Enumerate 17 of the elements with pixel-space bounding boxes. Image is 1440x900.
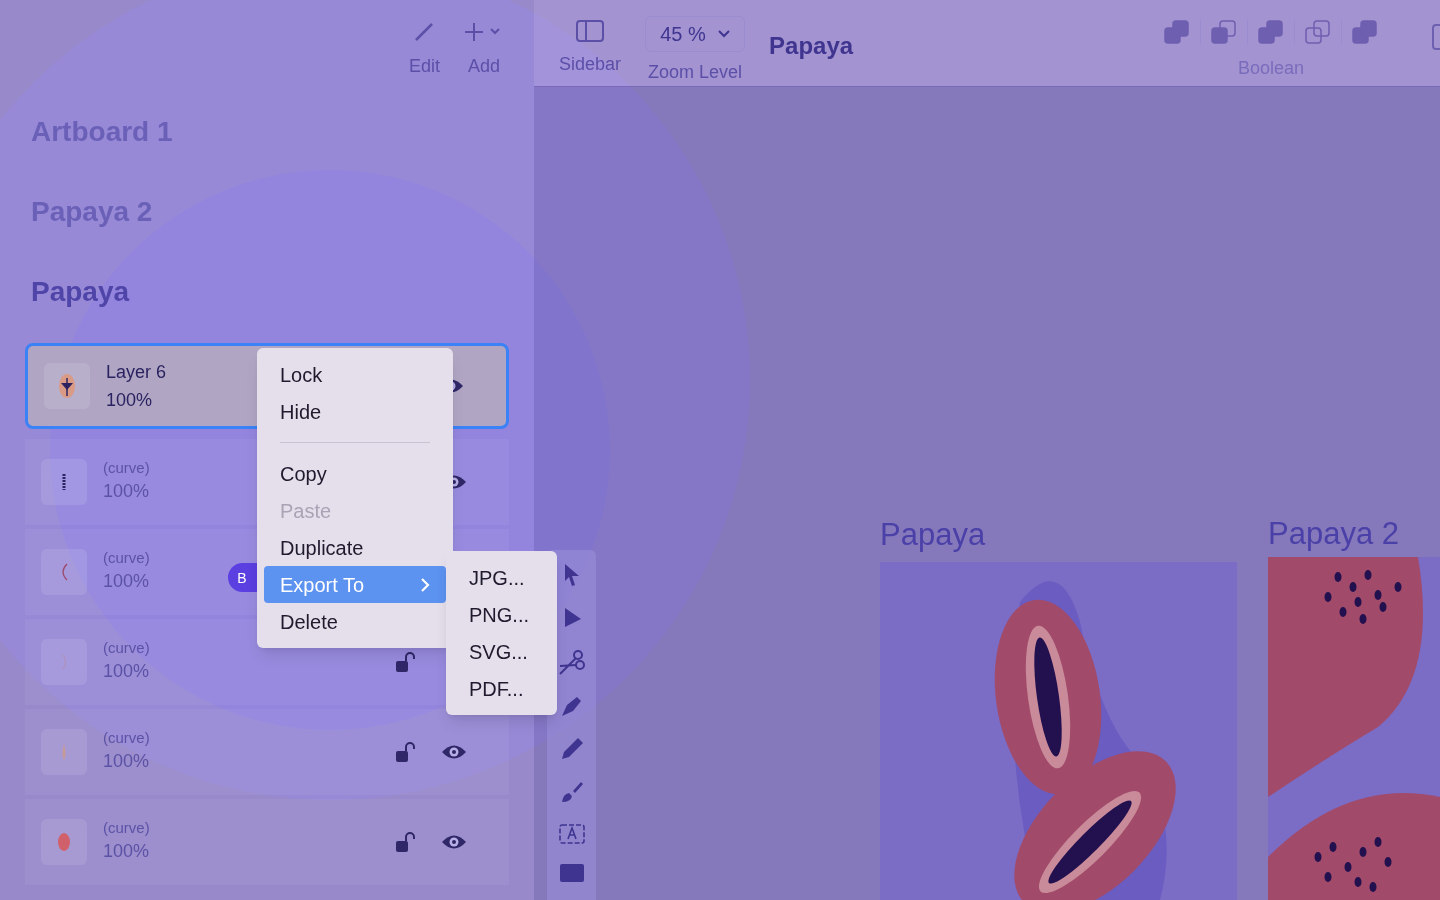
layer-name: Layer 6 <box>106 361 167 384</box>
layer-opacity: 100% <box>103 570 150 594</box>
layer-name: (curve) <box>103 458 150 478</box>
artboard-title: Papaya <box>880 515 987 554</box>
artboard-title: Papaya 2 <box>1268 514 1400 553</box>
layer-name: (curve) <box>103 818 150 838</box>
layer-opacity: 100% <box>106 389 153 412</box>
layer-name: (curve) <box>103 728 150 748</box>
zoom-label: Zoom Level <box>648 61 743 84</box>
document-title: Papaya <box>769 31 854 61</box>
shortcut-badge: B <box>228 563 258 592</box>
layer-opacity: 100% <box>103 840 150 864</box>
layer-name: (curve) <box>103 548 150 568</box>
layer-opacity: 100% <box>103 660 150 684</box>
layer-name: (curve) <box>103 638 150 658</box>
layer-opacity: 100% <box>103 750 150 774</box>
layer-opacity: 100% <box>103 480 150 504</box>
